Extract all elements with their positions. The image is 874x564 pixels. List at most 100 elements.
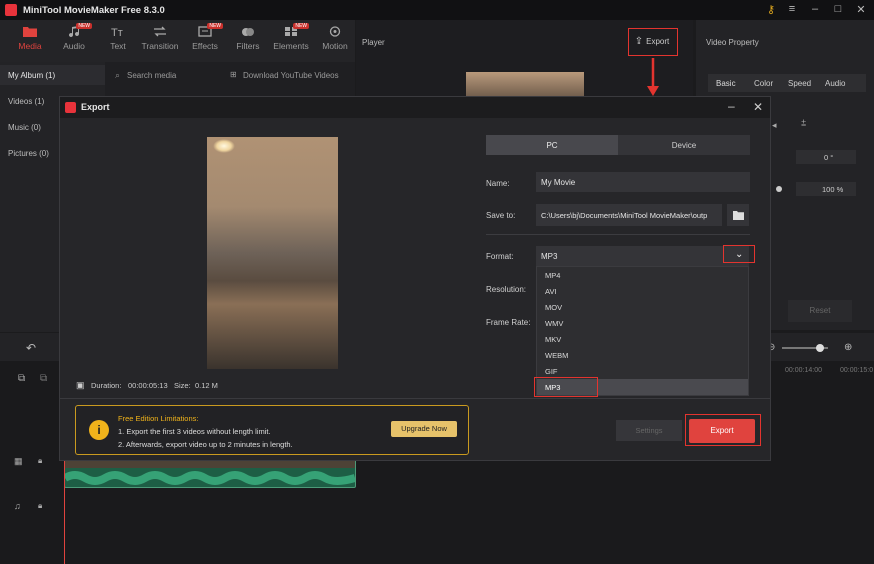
tab-device[interactable]: Device bbox=[618, 135, 750, 155]
player-label: Player bbox=[362, 38, 385, 47]
copy-track-icon[interactable]: ⧉ bbox=[40, 373, 47, 384]
save-to-label: Save to: bbox=[486, 211, 516, 220]
tool-motion[interactable]: Motion bbox=[315, 26, 355, 51]
flip-vertical-icon[interactable]: ⩲ bbox=[801, 118, 806, 129]
video-clip[interactable] bbox=[64, 458, 356, 488]
mp3-highlight bbox=[534, 377, 598, 397]
format-option-wmv[interactable]: WMV bbox=[545, 319, 563, 328]
dialog-minimize-icon[interactable]: – bbox=[728, 99, 735, 113]
app-logo-icon bbox=[5, 4, 17, 16]
name-input[interactable]: My Movie bbox=[536, 172, 750, 192]
format-option-webm[interactable]: WEBM bbox=[545, 351, 568, 360]
player-preview-image bbox=[466, 72, 584, 98]
format-option-gif[interactable]: GIF bbox=[545, 367, 558, 376]
category-music[interactable]: Music (0) bbox=[8, 123, 41, 132]
limitations-title: Free Edition Limitations: bbox=[118, 414, 199, 423]
search-icon: ⌕ bbox=[115, 70, 121, 80]
scale-slider-handle[interactable] bbox=[776, 186, 782, 192]
resolution-label: Resolution: bbox=[486, 285, 527, 294]
dialog-close-icon[interactable]: ✕ bbox=[753, 100, 763, 114]
tab-pc[interactable]: PC bbox=[486, 135, 618, 155]
sun-glow bbox=[213, 139, 235, 153]
limitations-line-2: 2. Afterwards, export video up to 2 minu… bbox=[118, 440, 293, 449]
duration-label: Duration: bbox=[91, 381, 122, 390]
maximize-icon[interactable]: □ bbox=[831, 3, 845, 15]
export-button-highlight bbox=[628, 28, 678, 56]
menu-icon[interactable]: ≡ bbox=[785, 3, 799, 15]
new-badge: NEW bbox=[293, 23, 309, 29]
info-icon: i bbox=[89, 420, 109, 440]
upgrade-now-button[interactable]: Upgrade Now bbox=[391, 421, 457, 437]
search-media-input[interactable]: Search media bbox=[127, 71, 176, 80]
format-option-mkv[interactable]: MKV bbox=[545, 335, 561, 344]
tool-transition[interactable]: Transition bbox=[140, 26, 180, 51]
frame-rate-label: Frame Rate: bbox=[486, 318, 531, 327]
format-option-mov[interactable]: MOV bbox=[545, 303, 562, 312]
scale-value[interactable]: 100 % bbox=[796, 182, 856, 196]
tool-elements[interactable]: Elements NEW bbox=[271, 23, 311, 51]
rotation-value[interactable]: 0 ° bbox=[796, 150, 856, 164]
minimize-icon[interactable]: – bbox=[808, 3, 822, 15]
chevron-highlight bbox=[723, 245, 755, 263]
limitations-box: i Free Edition Limitations: 1. Export th… bbox=[75, 405, 469, 455]
export-button-highlight bbox=[685, 414, 761, 446]
tab-color[interactable]: Color bbox=[754, 79, 773, 88]
video-track-icon: ▦ bbox=[14, 456, 23, 466]
divider bbox=[486, 234, 750, 235]
lock-icon[interactable]: 🔒︎ bbox=[38, 456, 42, 466]
transition-icon bbox=[154, 26, 166, 37]
video-property-label: Video Property bbox=[706, 38, 759, 47]
close-window-icon[interactable]: ✕ bbox=[854, 3, 868, 16]
browse-folder-button[interactable] bbox=[727, 204, 749, 226]
export-dialog: Export – ✕ ▣ Duration: 00:00:05:13 Size:… bbox=[59, 96, 771, 461]
lock-icon[interactable]: 🔒︎ bbox=[38, 501, 42, 511]
tool-text[interactable]: Tт Text bbox=[98, 26, 138, 51]
export-preview-image bbox=[207, 137, 338, 369]
tool-media[interactable]: Media bbox=[10, 26, 50, 51]
film-icon: ▣ bbox=[76, 380, 85, 390]
key-icon[interactable]: ⚷ bbox=[764, 3, 778, 16]
duration-value: 00:00:05:13 bbox=[128, 381, 168, 390]
category-my-album[interactable]: My Album (1) bbox=[8, 71, 55, 80]
media-toolbar: Media Audio NEW Tт Text Transition Effec… bbox=[0, 20, 355, 62]
divider bbox=[60, 398, 770, 399]
title-bar: MiniTool MovieMaker Free 8.3.0 ⚷ ≡ – □ ✕ bbox=[0, 0, 874, 20]
settings-button[interactable]: Settings bbox=[616, 420, 682, 441]
text-icon: Tт bbox=[111, 27, 123, 37]
zoom-in-icon[interactable]: ⊕ bbox=[844, 342, 852, 353]
audio-waveform bbox=[65, 471, 355, 485]
name-label: Name: bbox=[486, 179, 510, 188]
size-label: Size: bbox=[174, 381, 191, 390]
dialog-logo-icon bbox=[65, 102, 76, 113]
motion-icon bbox=[329, 26, 341, 37]
new-badge: NEW bbox=[76, 23, 92, 29]
undo-icon[interactable]: ↶ bbox=[26, 341, 36, 355]
limitations-line-1: 1. Export the first 3 videos without len… bbox=[118, 427, 271, 436]
format-option-mp4[interactable]: MP4 bbox=[545, 271, 560, 280]
save-to-input[interactable]: C:\Users\bj\Documents\MiniTool MovieMake… bbox=[536, 204, 722, 226]
new-badge: NEW bbox=[207, 23, 223, 29]
flip-horizontal-icon[interactable]: ◂ bbox=[772, 120, 777, 131]
reset-button[interactable]: Reset bbox=[788, 300, 852, 322]
tool-audio[interactable]: Audio NEW bbox=[54, 23, 94, 51]
zoom-slider-handle[interactable] bbox=[816, 344, 824, 352]
format-option-avi[interactable]: AVI bbox=[545, 287, 557, 296]
format-select[interactable]: MP3 bbox=[536, 246, 749, 266]
filters-icon bbox=[242, 28, 254, 36]
tool-filters[interactable]: Filters bbox=[228, 26, 268, 51]
folder-icon bbox=[23, 27, 37, 37]
category-videos[interactable]: Videos (1) bbox=[8, 97, 44, 106]
tool-effects[interactable]: Effects NEW bbox=[185, 23, 225, 51]
tab-basic[interactable]: Basic bbox=[716, 79, 736, 88]
export-dialog-title: Export bbox=[81, 102, 110, 112]
folder-icon bbox=[732, 210, 744, 220]
time-marker-15: 00:00:15:0 bbox=[840, 367, 874, 374]
download-youtube-link[interactable]: Download YouTube Videos bbox=[243, 71, 339, 80]
category-pictures[interactable]: Pictures (0) bbox=[8, 149, 49, 158]
tab-speed[interactable]: Speed bbox=[788, 79, 811, 88]
svg-text:Tт: Tт bbox=[111, 27, 123, 37]
app-title: MiniTool MovieMaker Free 8.3.0 bbox=[23, 4, 165, 16]
add-track-icon[interactable]: ⧉ bbox=[18, 373, 25, 384]
tab-audio[interactable]: Audio bbox=[825, 79, 845, 88]
time-marker-14: 00:00:14:00 bbox=[785, 367, 822, 374]
